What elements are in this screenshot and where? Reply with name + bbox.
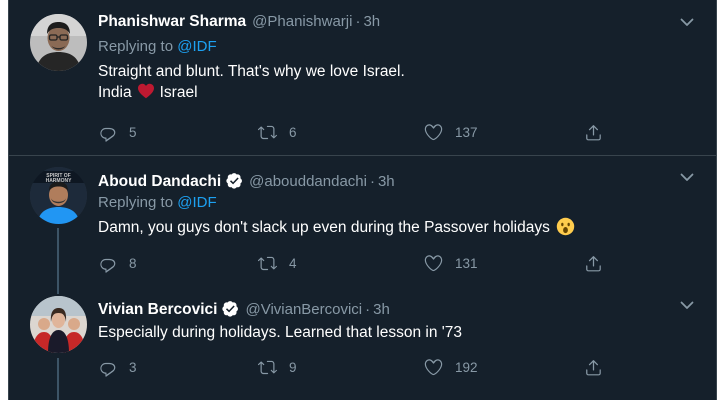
chevron-down-icon[interactable] [680, 301, 694, 310]
tweet-text-line: Straight and blunt. That's why we love I… [98, 63, 405, 80]
retweet-count: 6 [289, 124, 297, 140]
tweet-text: Especially during holidays. Learned that… [98, 322, 698, 343]
like-button[interactable]: 131 [424, 253, 478, 273]
share-icon [584, 254, 603, 273]
retweet-icon [258, 358, 277, 377]
reply-count: 8 [129, 255, 137, 271]
retweet-count: 4 [289, 255, 297, 271]
separator-dot: · [355, 13, 361, 30]
thread-line [57, 358, 59, 400]
tweet-text: Straight and blunt. That's why we love I… [98, 61, 698, 103]
reply-count: 5 [129, 124, 137, 140]
share-button[interactable] [584, 357, 603, 377]
author-handle[interactable]: @VivianBercovici [245, 301, 362, 318]
reply-icon [98, 254, 117, 273]
tweet-actions: 5 6 137 [98, 122, 598, 142]
tweet-text-line: India Israel [98, 82, 698, 103]
share-icon [584, 358, 603, 377]
like-icon [424, 123, 443, 142]
like-icon [424, 358, 443, 377]
share-button[interactable] [584, 122, 603, 142]
replying-to-label: Replying to [98, 38, 174, 55]
like-count: 192 [455, 359, 478, 375]
astonished-face-emoji [556, 217, 575, 236]
timestamp[interactable]: 3h [373, 301, 390, 318]
timestamp[interactable]: 3h [378, 173, 395, 190]
tweet-actions: 8 4 131 [98, 253, 598, 273]
avatar[interactable] [30, 296, 87, 353]
author-handle[interactable]: @Phanishwarji [252, 13, 352, 30]
share-icon [584, 123, 603, 142]
tweet-vivian[interactable]: Vivian Bercovici @VivianBercovici · 3h E… [9, 284, 716, 400]
mention-link[interactable]: @IDF [177, 194, 216, 211]
verified-badge-icon [222, 300, 239, 317]
author-name[interactable]: Aboud Dandachi [98, 173, 221, 191]
conversation-panel: Phanishwar Sharma @Phanishwarji · 3h Rep… [8, 0, 717, 400]
retweet-button[interactable]: 4 [258, 253, 297, 273]
like-count: 131 [455, 255, 478, 271]
like-button[interactable]: 192 [424, 357, 478, 377]
verified-badge-icon [226, 172, 243, 189]
tweet-text: Damn, you guys don't slack up even durin… [98, 217, 698, 238]
like-count: 137 [455, 124, 478, 140]
retweet-icon [258, 254, 277, 273]
tweet-aboud[interactable]: SPIRIT OF HARMONY Aboud Dandachi @aboudd… [9, 156, 716, 284]
retweet-icon [258, 123, 277, 142]
tweet-text-word: Israel [159, 84, 198, 101]
reply-button[interactable]: 8 [98, 253, 137, 273]
reply-icon [98, 358, 117, 377]
avatar[interactable] [30, 14, 87, 71]
author-handle[interactable]: @abouddandachi [249, 173, 367, 190]
replying-to: Replying to @IDF [98, 194, 698, 214]
tweet-text-word: India [98, 84, 132, 101]
thread-line [57, 228, 59, 284]
tweet-text-line: Especially during holidays. Learned that… [98, 324, 462, 341]
replying-to: Replying to @IDF [98, 38, 698, 58]
reply-button[interactable]: 3 [98, 357, 137, 377]
author-name[interactable]: Vivian Bercovici [98, 301, 217, 319]
separator-dot: · [369, 173, 375, 190]
reply-button[interactable]: 5 [98, 122, 137, 142]
chevron-down-icon[interactable] [680, 18, 694, 27]
tweet-text-line: Damn, you guys don't slack up even durin… [98, 219, 550, 236]
like-icon [424, 254, 443, 273]
retweet-button[interactable]: 6 [258, 122, 297, 142]
tweet-actions: 3 9 192 [98, 357, 598, 377]
author-name[interactable]: Phanishwar Sharma [98, 13, 246, 31]
separator-dot: · [365, 301, 371, 318]
avatar[interactable]: SPIRIT OF HARMONY [30, 167, 87, 224]
share-button[interactable] [584, 253, 603, 273]
timestamp[interactable]: 3h [363, 13, 380, 30]
retweet-button[interactable]: 9 [258, 357, 297, 377]
red-heart-emoji [137, 83, 154, 99]
tweet-phanishwar[interactable]: Phanishwar Sharma @Phanishwarji · 3h Rep… [9, 0, 716, 155]
reply-count: 3 [129, 359, 137, 375]
chevron-down-icon[interactable] [680, 173, 694, 182]
reply-icon [98, 123, 117, 142]
replying-to-label: Replying to [98, 194, 174, 211]
thread-line [57, 284, 59, 294]
retweet-count: 9 [289, 359, 297, 375]
mention-link[interactable]: @IDF [177, 38, 216, 55]
like-button[interactable]: 137 [424, 122, 478, 142]
